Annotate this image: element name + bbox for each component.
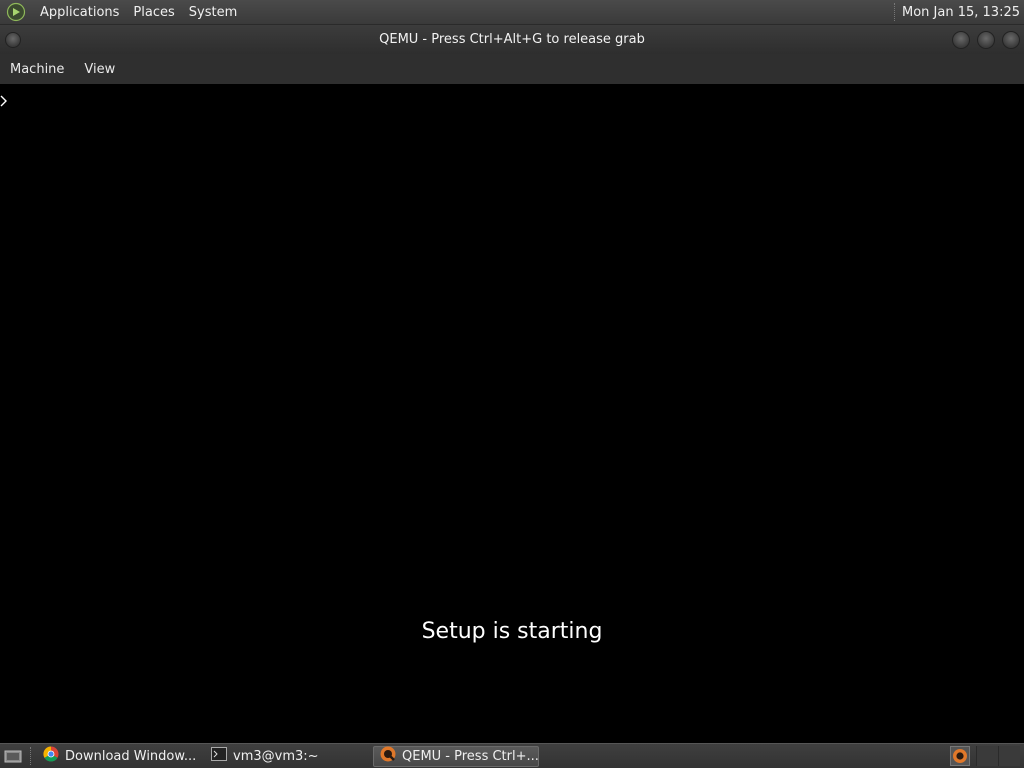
places-menu[interactable]: Places xyxy=(126,5,181,20)
qemu-tray-icon[interactable] xyxy=(950,746,970,766)
minimize-button[interactable] xyxy=(952,31,970,49)
task-label: vm3@vm3:~ xyxy=(233,748,319,764)
window-titlebar[interactable]: QEMU - Press Ctrl+Alt+G to release grab xyxy=(0,25,1024,54)
window-menu-button[interactable] xyxy=(5,32,21,48)
panel-separator xyxy=(894,3,896,21)
bottom-taskbar: Download Window... vm3@vm3:~ QEMU - Pres… xyxy=(0,743,1024,768)
setup-status-text: Setup is starting xyxy=(421,619,603,644)
task-terminal-window[interactable]: vm3@vm3:~ xyxy=(205,746,369,767)
workspace-2[interactable] xyxy=(998,746,1020,766)
view-menu[interactable]: View xyxy=(74,62,125,77)
qemu-menubar: Machine View xyxy=(0,54,1024,84)
top-panel: Applications Places System Mon Jan 15, 1… xyxy=(0,0,1024,25)
window-title: QEMU - Press Ctrl+Alt+G to release grab xyxy=(379,32,645,47)
clock[interactable]: Mon Jan 15, 13:25 xyxy=(902,5,1024,20)
system-tray xyxy=(950,746,1020,766)
mouse-cursor-icon xyxy=(0,92,8,111)
machine-menu[interactable]: Machine xyxy=(0,62,74,77)
task-label: Download Window... xyxy=(65,748,197,764)
task-qemu-window[interactable]: QEMU - Press Ctrl+... xyxy=(373,745,539,767)
vm-display[interactable]: Setup is starting xyxy=(0,84,1024,743)
mate-logo-icon[interactable] xyxy=(5,1,27,23)
close-button[interactable] xyxy=(1002,31,1020,49)
applications-menu[interactable]: Applications xyxy=(33,5,126,20)
system-menu[interactable]: System xyxy=(182,5,244,20)
show-desktop-icon[interactable] xyxy=(2,746,24,766)
qemu-icon xyxy=(380,746,396,766)
terminal-icon xyxy=(211,747,227,765)
workspace-1[interactable] xyxy=(976,746,998,766)
taskbar-separator xyxy=(30,747,31,765)
chrome-icon xyxy=(43,746,59,766)
task-chrome-window[interactable]: Download Window... xyxy=(37,746,201,767)
task-label: QEMU - Press Ctrl+... xyxy=(402,748,539,764)
maximize-button[interactable] xyxy=(977,31,995,49)
